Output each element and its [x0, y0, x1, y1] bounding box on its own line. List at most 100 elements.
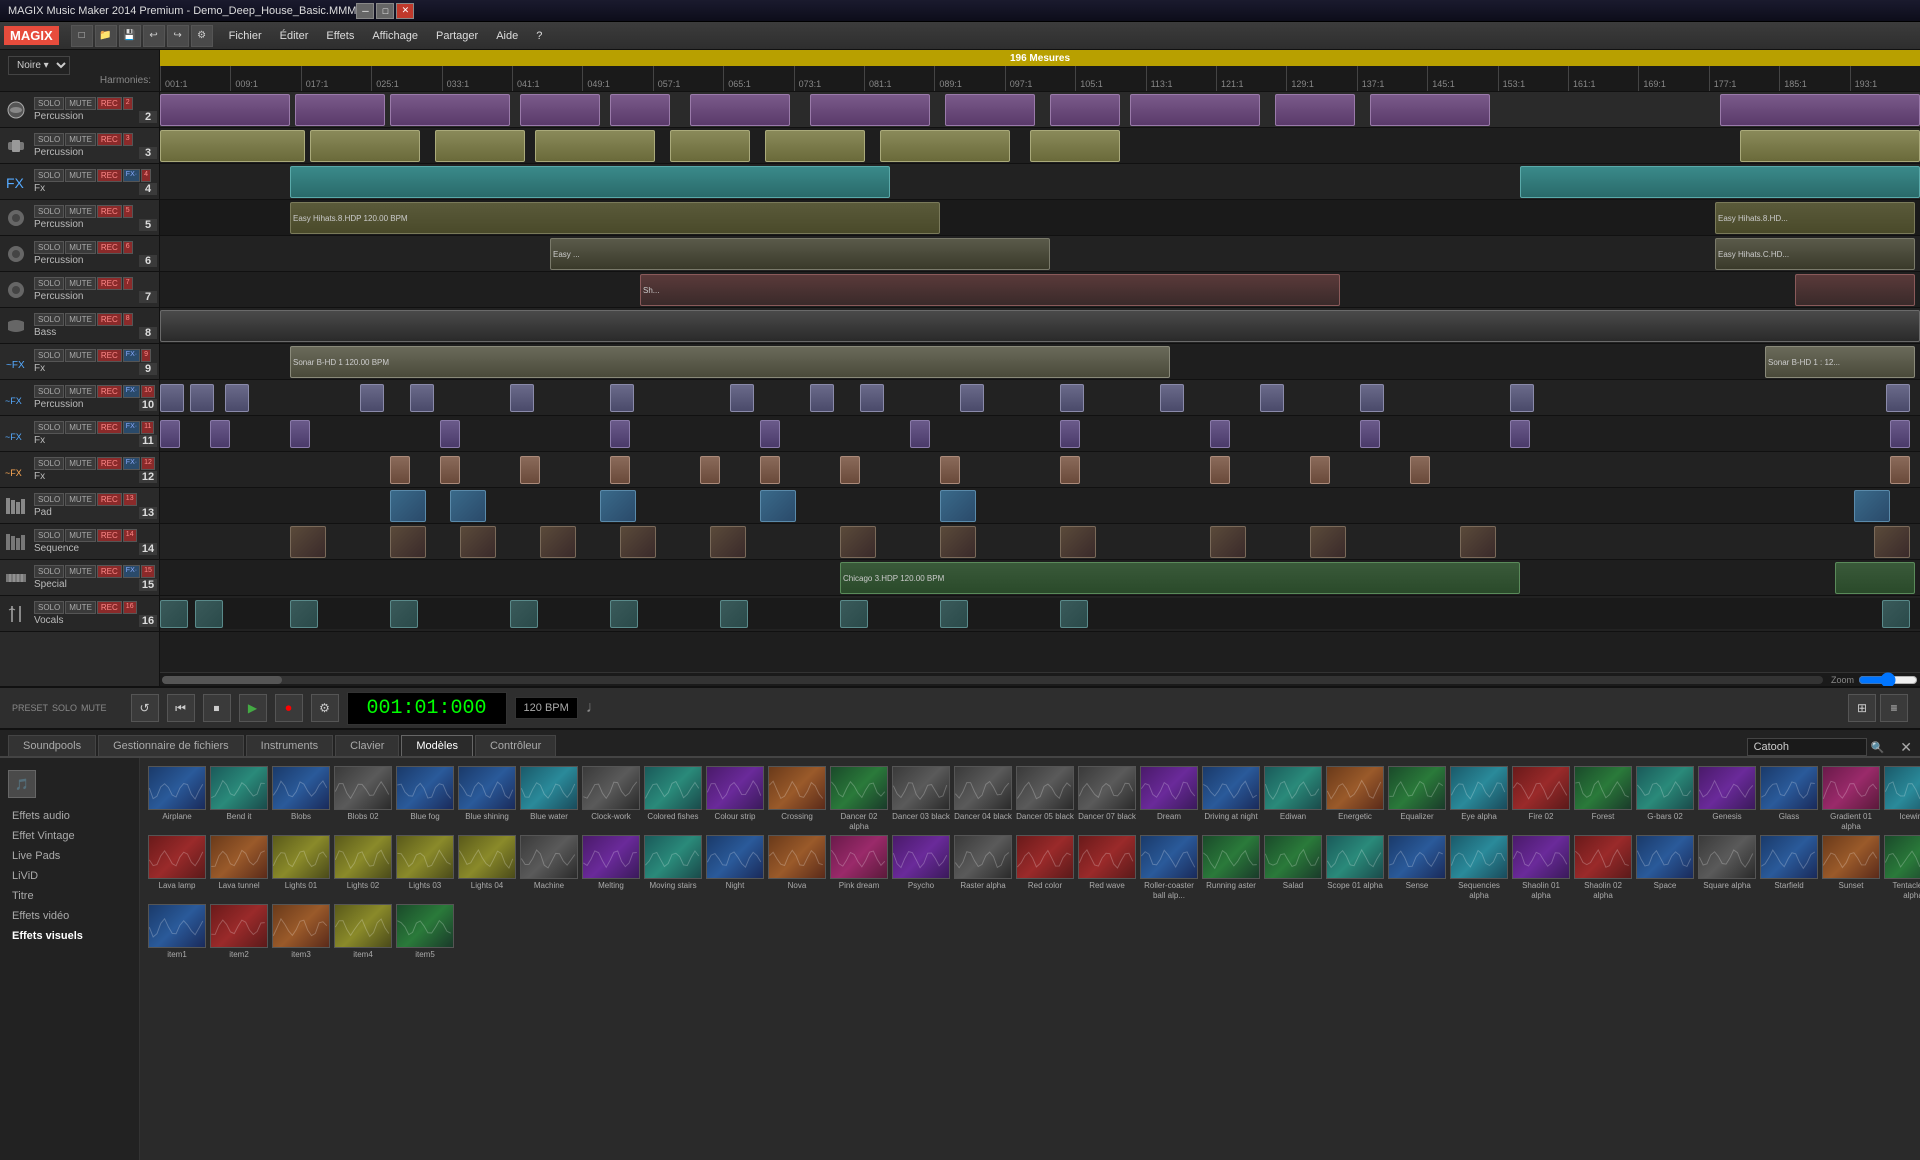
mute-btn-9[interactable]: MUTE [65, 349, 96, 362]
media-item-moving-stairs[interactable]: Moving stairs [644, 835, 702, 900]
clips-area[interactable]: Easy Hihats.8.HDP 120.00 BPM Easy Hihats… [160, 92, 1920, 672]
mute-btn-3[interactable]: MUTE [65, 133, 96, 146]
media-item-nova[interactable]: Nova [768, 835, 826, 900]
media-item-clock-work[interactable]: Clock-work [582, 766, 640, 831]
fx-btn-2[interactable]: 2 [123, 97, 133, 110]
media-item-lights-03[interactable]: Lights 03 [396, 835, 454, 900]
num-btn-13[interactable]: 13 [123, 493, 137, 506]
clip-14-3[interactable] [460, 526, 496, 558]
media-item-dancer-04-black[interactable]: Dancer 04 black [954, 766, 1012, 831]
clip-10-1[interactable] [160, 384, 184, 412]
fxbtn-9[interactable]: FX· [123, 349, 140, 362]
clip-10-9[interactable] [810, 384, 834, 412]
media-item-energetic[interactable]: Energetic [1326, 766, 1384, 831]
clip-10-11[interactable] [960, 384, 984, 412]
media-item-tentacle-02-alpha[interactable]: Tentacle 02 alpha [1884, 835, 1920, 900]
clip-2-9[interactable] [1050, 94, 1120, 126]
tab-modeles[interactable]: Modèles [401, 735, 473, 756]
media-item-sense[interactable]: Sense [1388, 835, 1446, 900]
clip-11-1[interactable] [160, 420, 180, 448]
media-item-icewind[interactable]: Icewind [1884, 766, 1920, 831]
clip-16-4[interactable] [390, 600, 418, 628]
clip-7-2[interactable] [1795, 274, 1915, 306]
clip-10-5[interactable] [410, 384, 434, 412]
media-item-item2[interactable]: item2 [210, 904, 268, 960]
clip-11-12[interactable] [1890, 420, 1910, 448]
clip-2-5[interactable] [610, 94, 670, 126]
clip-10-14[interactable] [1260, 384, 1284, 412]
clip-14-11[interactable] [1310, 526, 1346, 558]
media-item-item3[interactable]: item3 [272, 904, 330, 960]
mute-btn-16[interactable]: MUTE [65, 601, 96, 614]
clip-14-4[interactable] [540, 526, 576, 558]
rec-btn-16[interactable]: REC [97, 601, 122, 614]
fxbtn-12[interactable]: FX· [123, 457, 140, 470]
tab-file-manager[interactable]: Gestionnaire de fichiers [98, 735, 244, 756]
media-item-genesis[interactable]: Genesis [1698, 766, 1756, 831]
clip-15-2[interactable] [1835, 562, 1915, 594]
solo-btn-12[interactable]: SOLO [34, 457, 64, 470]
media-item-gradient-01-alpha[interactable]: Gradient 01 alpha [1822, 766, 1880, 831]
clip-12-3[interactable] [520, 456, 540, 484]
soundpool-icon[interactable]: 🎵 [8, 770, 36, 798]
rec-btn-8[interactable]: REC [97, 313, 122, 326]
num-btn-14[interactable]: 14 [123, 529, 137, 542]
media-item-starfield[interactable]: Starfield [1760, 835, 1818, 900]
sidebar-effets-visuels[interactable]: Effets visuels [0, 926, 139, 946]
fx-btn-6[interactable]: 6 [123, 241, 133, 254]
mute-btn-2[interactable]: MUTE [65, 97, 96, 110]
num-btn-4[interactable]: 4 [141, 169, 151, 182]
clip-11-9[interactable] [1210, 420, 1230, 448]
clip-2-10[interactable] [1130, 94, 1260, 126]
num-btn-15[interactable]: 15 [141, 565, 155, 578]
clip-12-8[interactable] [940, 456, 960, 484]
media-item-lava-tunnel[interactable]: Lava tunnel [210, 835, 268, 900]
menu-editer[interactable]: Éditer [272, 27, 317, 45]
media-item-blobs[interactable]: Blobs [272, 766, 330, 831]
media-item-lava-lamp[interactable]: Lava lamp [148, 835, 206, 900]
media-item-colour-strip[interactable]: Colour strip [706, 766, 764, 831]
media-item-shaolin-02-alpha[interactable]: Shaolin 02 alpha [1574, 835, 1632, 900]
tab-clavier[interactable]: Clavier [335, 735, 399, 756]
clip-12-13[interactable] [1890, 456, 1910, 484]
settings-button[interactable]: ⚙ [311, 694, 339, 722]
clip-11-11[interactable] [1510, 420, 1530, 448]
clip-3-2[interactable] [310, 130, 420, 162]
tab-controleur[interactable]: Contrôleur [475, 735, 556, 756]
rec-btn-3[interactable]: REC [97, 133, 122, 146]
mute-btn-14[interactable]: MUTE [65, 529, 96, 542]
solo-btn-16[interactable]: SOLO [34, 601, 64, 614]
rec-btn-12[interactable]: REC [97, 457, 122, 470]
sidebar-livid[interactable]: LiViD [0, 866, 139, 886]
media-item-pink-dream[interactable]: Pink dream [830, 835, 888, 900]
clip-16-11[interactable] [1882, 600, 1910, 628]
panel-close-button[interactable]: ✕ [1892, 739, 1920, 756]
clip-2-4[interactable] [520, 94, 600, 126]
solo-btn-8[interactable]: SOLO [34, 313, 64, 326]
clip-10-7[interactable] [610, 384, 634, 412]
open-icon[interactable]: 📁 [95, 25, 117, 47]
media-item-colored-fishes[interactable]: Colored fishes [644, 766, 702, 831]
solo-btn-5[interactable]: SOLO [34, 205, 64, 218]
clip-12-6[interactable] [760, 456, 780, 484]
clip-11-6[interactable] [760, 420, 780, 448]
media-item-machine[interactable]: Machine [520, 835, 578, 900]
num-btn-16[interactable]: 16 [123, 601, 137, 614]
clip-10-3[interactable] [225, 384, 249, 412]
num-btn-9[interactable]: 9 [141, 349, 151, 362]
solo-btn-9[interactable]: SOLO [34, 349, 64, 362]
media-item-dancer-02-alpha[interactable]: Dancer 02 alpha [830, 766, 888, 831]
clip-10-12[interactable] [1060, 384, 1084, 412]
solo-btn-4[interactable]: SOLO [34, 169, 64, 182]
media-item-crossing[interactable]: Crossing [768, 766, 826, 831]
clip-14-13[interactable] [1874, 526, 1910, 558]
media-item-running-aster[interactable]: Running aster [1202, 835, 1260, 900]
media-item-airplane[interactable]: Airplane [148, 766, 206, 831]
tab-soundpools[interactable]: Soundpools [8, 735, 96, 756]
media-item-lights-04[interactable]: Lights 04 [458, 835, 516, 900]
clip-14-2[interactable] [390, 526, 426, 558]
fxbtn-10[interactable]: FX· [123, 385, 140, 398]
clip-12-1[interactable] [390, 456, 410, 484]
tab-instruments[interactable]: Instruments [246, 735, 333, 756]
clip-3-6[interactable] [765, 130, 865, 162]
